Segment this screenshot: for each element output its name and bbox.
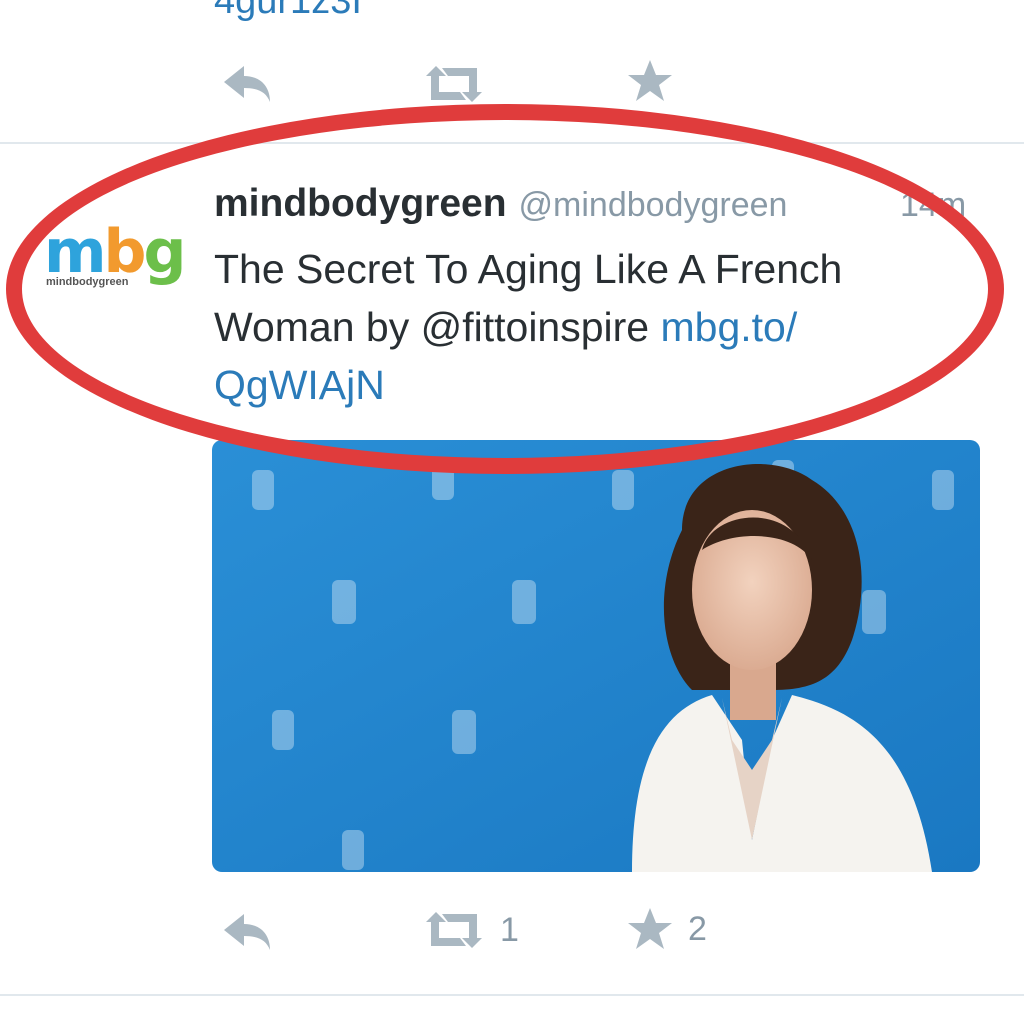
user-handle[interactable]: @mindbodygreen [519,186,788,224]
mention-link[interactable]: @fittoinspire [421,304,649,350]
mbg-logo: mbg [44,217,186,287]
retweet-count: 1 [500,910,519,949]
tweet-header: mindbodygreen @mindbodygreen [214,182,787,226]
favorite-icon [626,906,674,952]
previous-tweet-actions [0,58,1024,118]
previous-tweet-link[interactable]: 4gur1z3I [214,0,362,23]
favorite-action[interactable]: 2 [626,906,707,952]
favorite-icon[interactable] [626,58,674,104]
reply-icon[interactable] [222,910,274,954]
tweet-photo[interactable] [212,440,980,872]
display-name[interactable]: mindbodygreen [214,182,507,225]
tweet-divider [0,142,1024,144]
reply-icon[interactable] [222,62,274,106]
tweet-actions: 1 2 [0,904,1024,964]
tweet-timestamp[interactable]: 14m [900,186,966,225]
retweet-icon [422,910,486,950]
logo-tagline: mindbodygreen [46,276,129,288]
retweet-action[interactable]: 1 [422,910,519,950]
tweet-divider [0,994,1024,996]
retweet-icon[interactable] [422,64,486,104]
tweet-text: The Secret To Aging Like A French Woman … [214,240,934,414]
favorite-count: 2 [688,909,707,948]
photo-illustration [212,440,980,872]
avatar[interactable]: mbg mindbodygreen [40,217,186,302]
